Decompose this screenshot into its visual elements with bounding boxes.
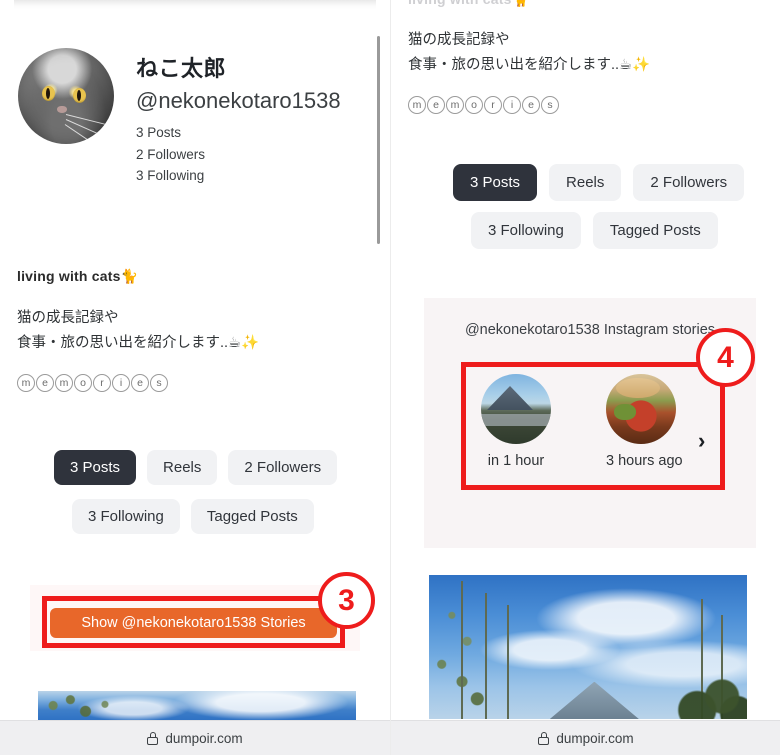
memories-letter: m (55, 374, 73, 392)
profile-stats: 3 Posts 2 Followers 3 Following (136, 122, 341, 187)
memories-letter: s (541, 96, 559, 114)
memories-letter: o (465, 96, 483, 114)
show-stories-button[interactable]: Show @nekonekotaro1538 Stories (50, 608, 337, 638)
footer-right: dumpoir.com (391, 720, 780, 755)
screenshot-stage: ねこ太郎 @nekonekotaro1538 3 Posts 2 Followe… (0, 0, 780, 755)
tab-reels-right[interactable]: Reels (549, 164, 622, 201)
bio-line-2: 食事・旅の思い出を紹介します..☕✨ (17, 335, 260, 351)
memories-letter: o (74, 374, 92, 392)
lock-icon (538, 731, 550, 745)
bio-line-2-right: 食事・旅の思い出を紹介します..☕✨ (408, 57, 651, 73)
memories-word: memories (17, 374, 259, 392)
left-phone-panel: ねこ太郎 @nekonekotaro1538 3 Posts 2 Followe… (0, 0, 390, 755)
memories-letter: e (131, 374, 149, 392)
stat-posts: 3 Posts (136, 125, 182, 141)
stat-followers: 2 Followers (136, 146, 206, 162)
memories-letter: i (503, 96, 521, 114)
tab-row-1-right: 3 Posts Reels 2 Followers (453, 164, 745, 201)
memories-word-right: memories (408, 96, 650, 114)
memories-letter: e (36, 374, 54, 392)
profile-handle: @nekonekotaro1538 (136, 88, 341, 113)
memories-letter: e (522, 96, 540, 114)
memories-letter: s (150, 374, 168, 392)
memories-letter: m (408, 96, 426, 114)
panel-top-edge (14, 0, 376, 9)
tab-following-right[interactable]: 3 Following (471, 212, 581, 249)
memories-letter: r (484, 96, 502, 114)
right-phone-panel: living with cats🐈 猫の成長記録や 食事・旅の思い出を紹介します… (390, 0, 780, 755)
tab-posts[interactable]: 3 Posts (54, 450, 137, 485)
stat-following: 3 Following (136, 168, 205, 184)
tab-row-1: 3 Posts Reels 2 Followers (54, 450, 338, 485)
post-image-strip[interactable] (38, 691, 356, 720)
bio-title-clipped: living with cats🐈 (408, 0, 529, 8)
memories-letter: e (427, 96, 445, 114)
annotation-badge-4: 4 (696, 328, 755, 387)
vertical-scrollbar[interactable] (377, 36, 380, 244)
tab-tagged-posts-right[interactable]: Tagged Posts (592, 212, 718, 249)
annotation-4-box (461, 362, 725, 490)
bio-block-right: 猫の成長記録や 食事・旅の思い出を紹介します..☕✨ memories (408, 28, 650, 114)
stories-card-title: @nekonekotaro1538 Instagram stories (464, 322, 716, 338)
tab-row-2-right: 3 Following Tagged Posts (471, 212, 718, 249)
profile-header: ねこ太郎 @nekonekotaro1538 3 Posts 2 Followe… (18, 48, 341, 187)
tab-posts-right[interactable]: 3 Posts (453, 164, 538, 201)
tab-tagged-posts[interactable]: Tagged Posts (190, 499, 314, 534)
lock-icon (147, 731, 159, 745)
tab-followers[interactable]: 2 Followers (228, 450, 338, 485)
bio-block: living with cats🐈 猫の成長記録や 食事・旅の思い出を紹介します… (17, 268, 259, 392)
bio-title: living with cats🐈 (17, 268, 139, 284)
tab-reels[interactable]: Reels (147, 450, 218, 485)
tab-following[interactable]: 3 Following (72, 499, 180, 534)
tab-followers-right[interactable]: 2 Followers (633, 164, 745, 201)
footer-domain: dumpoir.com (165, 730, 243, 746)
memories-letter: m (17, 374, 35, 392)
annotation-badge-3: 3 (318, 572, 375, 629)
footer-domain: dumpoir.com (556, 730, 634, 746)
avatar (18, 48, 114, 144)
bio-line-1: 猫の成長記録や (17, 310, 119, 326)
post-image[interactable] (429, 575, 747, 719)
memories-letter: m (446, 96, 464, 114)
profile-display-name: ねこ太郎 (136, 56, 227, 81)
tab-row-2: 3 Following Tagged Posts (72, 499, 314, 534)
footer-left: dumpoir.com (0, 720, 390, 755)
memories-letter: i (112, 374, 130, 392)
memories-letter: r (93, 374, 111, 392)
bio-line-1-right: 猫の成長記録や (408, 32, 510, 48)
